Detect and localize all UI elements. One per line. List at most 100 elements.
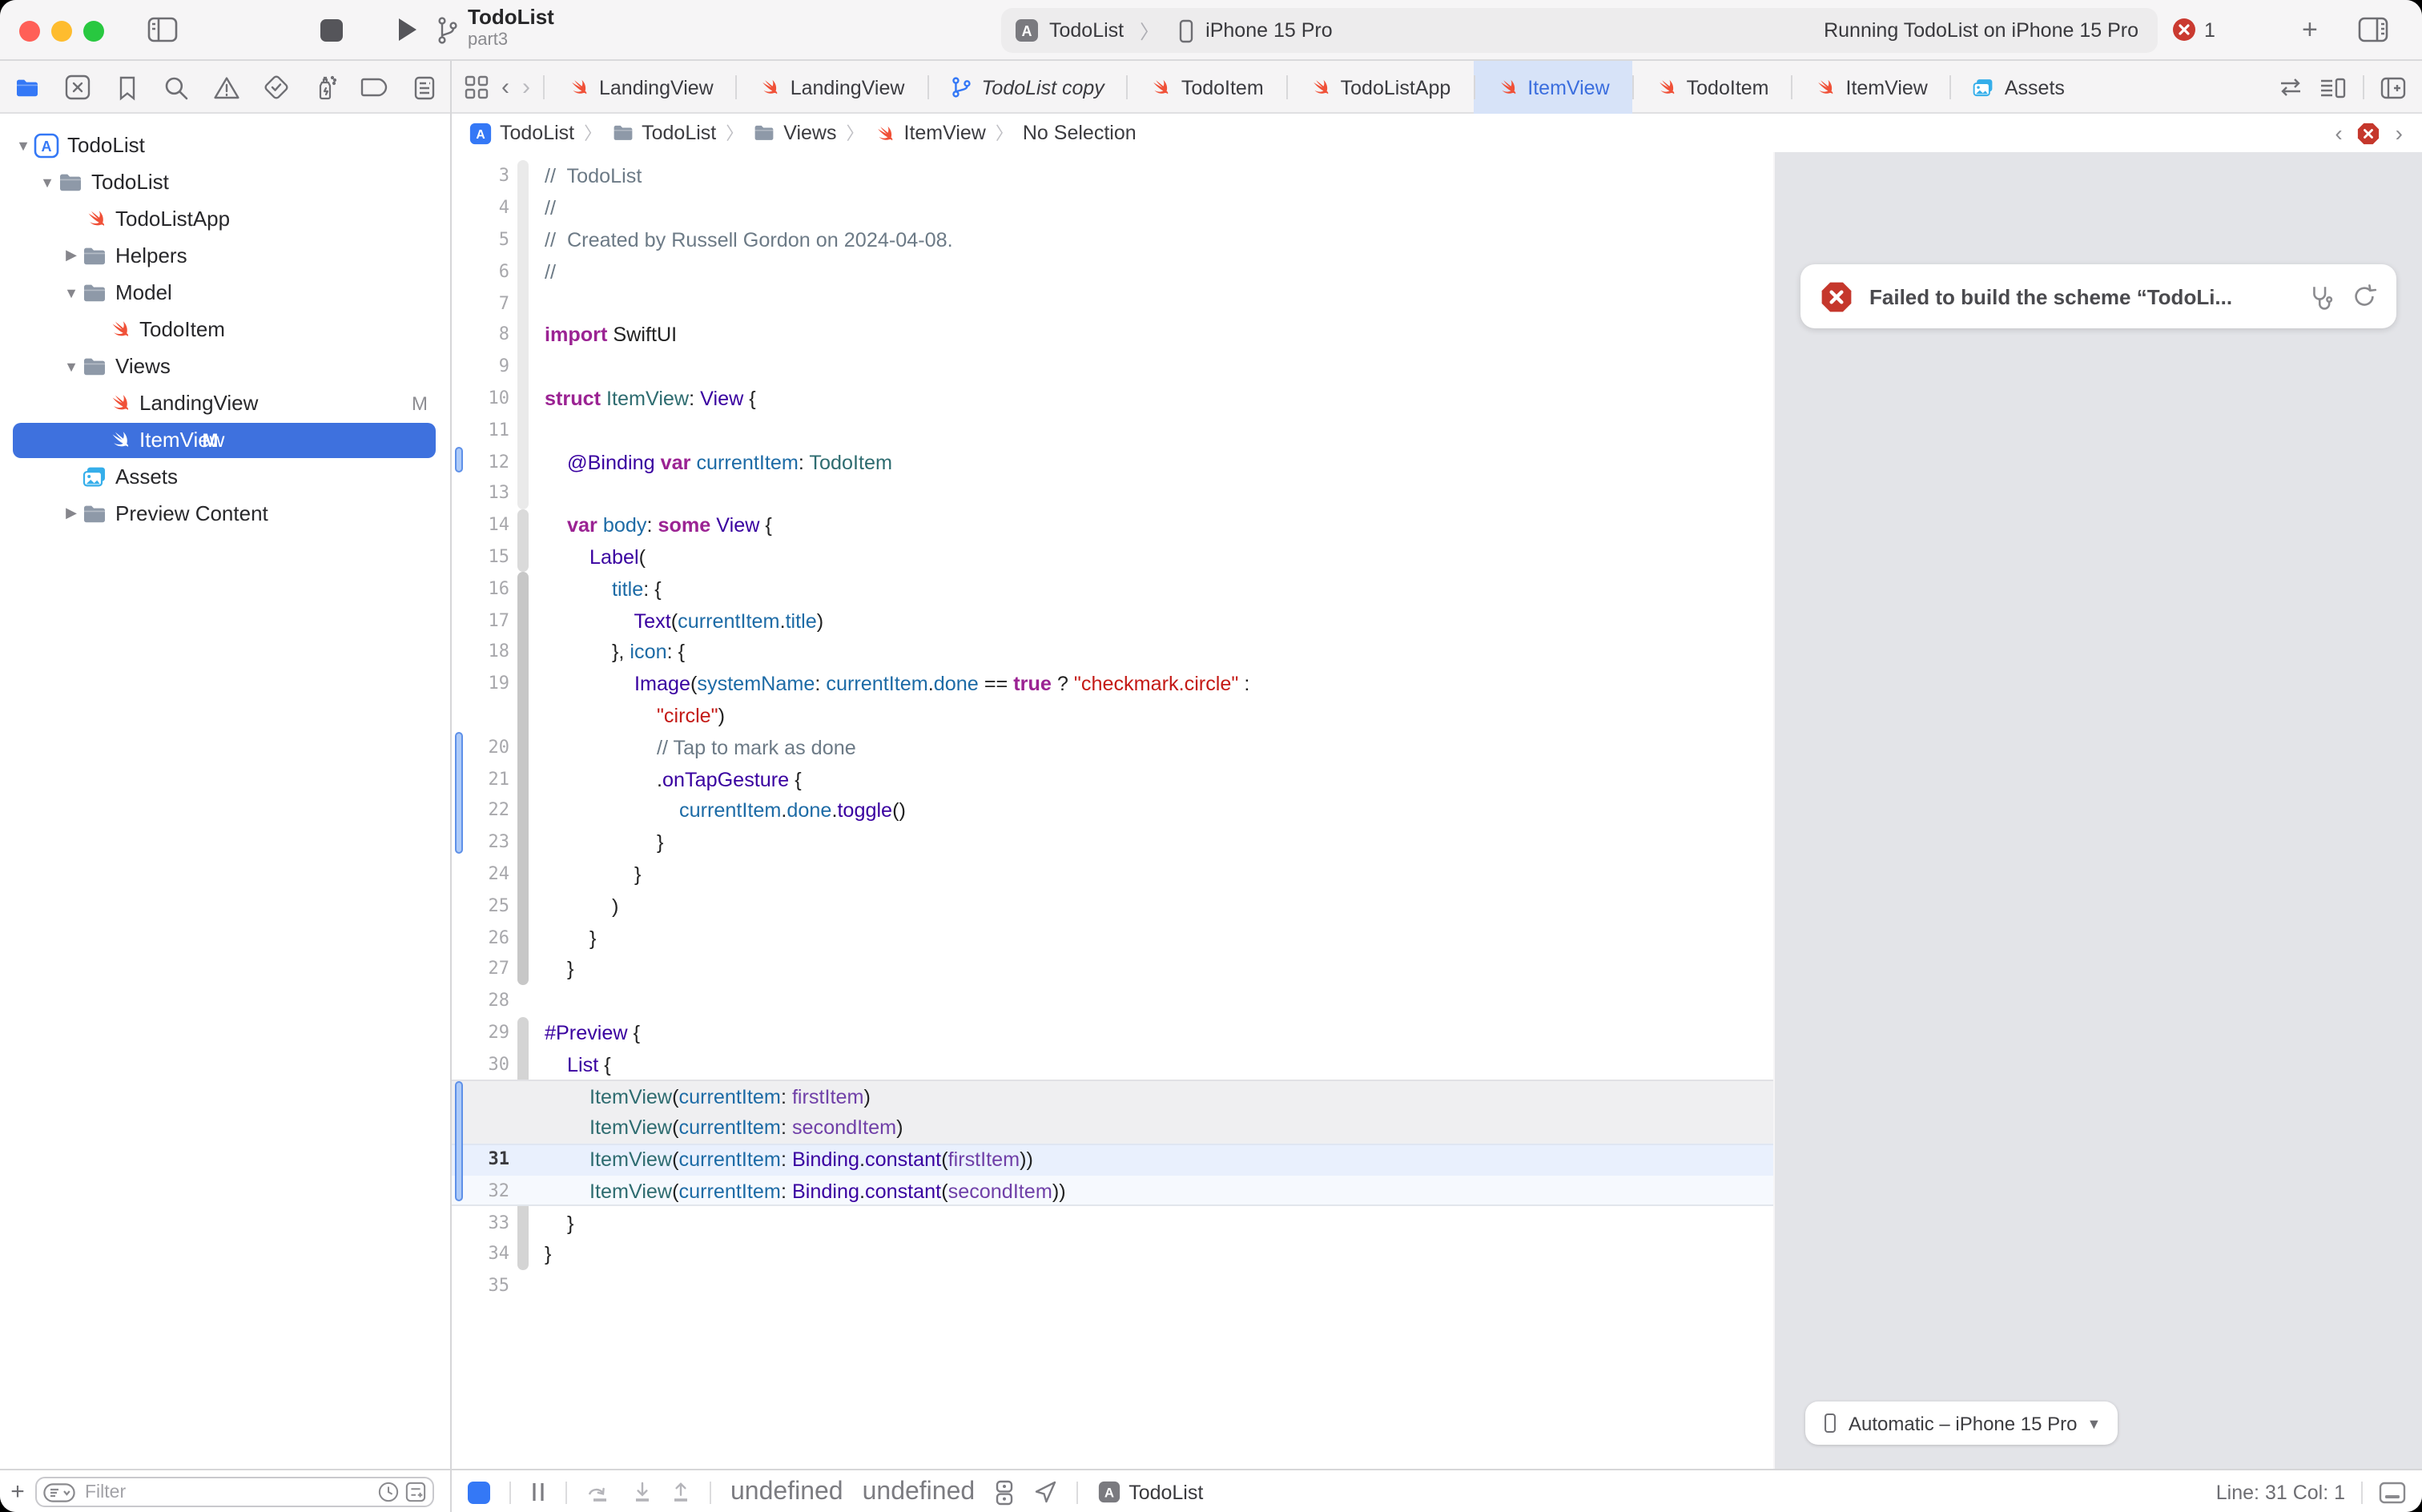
breadcrumb-todolist[interactable]: ATodoList (469, 122, 574, 144)
add-editor-icon[interactable] (2380, 76, 2406, 99)
code-line[interactable]: "circle") (452, 699, 1773, 731)
bookmarks-navigator-icon[interactable] (112, 73, 141, 102)
change-bar[interactable] (455, 1081, 463, 1201)
sidebar-item-todolist[interactable]: ▼ATodoList (0, 127, 450, 163)
code-line-6[interactable]: 6// (452, 255, 1773, 288)
filter-field[interactable] (35, 1477, 434, 1507)
code-line[interactable]: ItemView(currentItem: firstItem) (452, 1080, 1773, 1112)
previous-issue-icon[interactable]: ‹ (2335, 120, 2342, 146)
breakpoints-toggle-button[interactable] (468, 1481, 490, 1503)
project-title-group[interactable]: TodoList part3 (468, 5, 554, 51)
inspector-toggle-icon[interactable] (2358, 16, 2388, 43)
sidebar-item-helpers[interactable]: ▶Helpers (0, 237, 450, 274)
code-line-16[interactable]: 16 title: { (452, 573, 1773, 605)
zoom-window-button[interactable] (83, 20, 104, 41)
stop-button[interactable] (320, 19, 343, 42)
reports-navigator-icon[interactable] (410, 73, 439, 102)
scheme-selector[interactable]: A TodoList 〉 iPhone 15 Pro Running TodoL… (1001, 8, 2158, 53)
scm-status-filter-icon[interactable] (405, 1482, 426, 1502)
recents-clock-icon[interactable] (378, 1482, 399, 1502)
filter-input[interactable] (82, 1481, 372, 1503)
tab-landingview[interactable]: LandingView (545, 61, 736, 114)
sidebar-item-landingview[interactable]: LandingViewM (0, 384, 450, 421)
disclosure-down-icon[interactable]: ▼ (61, 358, 82, 374)
code-line-17[interactable]: 17 Text(currentItem.title) (452, 604, 1773, 636)
code-line-28[interactable]: 28 (452, 984, 1773, 1016)
pause-icon[interactable] (530, 1482, 546, 1502)
code-line-14[interactable]: 14 var body: some View { (452, 509, 1773, 541)
code-line-26[interactable]: 26 } (452, 921, 1773, 953)
disclosure-right-icon[interactable]: ▶ (61, 247, 82, 264)
sidebar-item-assets[interactable]: Assets (0, 458, 450, 495)
disclosure-right-icon[interactable]: ▶ (61, 505, 82, 522)
error-octagon-icon[interactable] (2357, 121, 2381, 145)
keyboard-toggle-icon[interactable] (2379, 1481, 2406, 1503)
tab-todolistapp[interactable]: TodoListApp (1286, 61, 1474, 114)
swap-editors-icon[interactable] (2278, 77, 2303, 98)
simulator-icon[interactable] (994, 1479, 1013, 1505)
code-line-19[interactable]: 19 Image(systemName: currentItem.done ==… (452, 668, 1773, 700)
back-icon[interactable]: ‹ (501, 74, 509, 101)
sidebar-item-todoitem[interactable]: TodoItem (0, 311, 450, 348)
code-line-3[interactable]: 3// TodoList (452, 160, 1773, 192)
code-line-27[interactable]: 27 } (452, 953, 1773, 985)
tab-landingview[interactable]: LandingView (736, 61, 927, 114)
source-editor[interactable]: 3// TodoList4//5// Created by Russell Go… (452, 152, 1773, 1469)
add-tab-icon[interactable]: + (2302, 14, 2318, 46)
code-line-35[interactable]: 35 (452, 1270, 1773, 1302)
code-line-15[interactable]: 15 Label( (452, 541, 1773, 573)
build-error-banner[interactable]: Failed to build the scheme “TodoLi... (1800, 264, 2396, 328)
breadcrumb-views[interactable]: Views (753, 122, 836, 144)
disclosure-down-icon[interactable]: ▼ (13, 137, 34, 153)
memory-graph-icon[interactable]: undefined (863, 1478, 976, 1506)
code-line[interactable]: ItemView(currentItem: secondItem) (452, 1112, 1773, 1144)
sidebar-toggle-icon[interactable] (147, 16, 178, 43)
editor-options-icon[interactable] (2319, 76, 2347, 99)
issues-navigator-icon[interactable] (211, 73, 240, 102)
code-line-22[interactable]: 22 currentItem.done.toggle() (452, 794, 1773, 826)
source-control-navigator-icon[interactable] (62, 73, 91, 102)
add-file-button[interactable]: + (0, 1478, 35, 1506)
debug-navigator-icon[interactable] (311, 73, 340, 102)
breadcrumb-itemview[interactable]: ItemView (874, 122, 986, 144)
sidebar-item-itemview[interactable]: ItemViewM (0, 421, 450, 458)
code-line-7[interactable]: 7 (452, 287, 1773, 319)
sidebar-item-model[interactable]: ▼Model (0, 274, 450, 311)
tab-todoitem[interactable]: TodoItem (1632, 61, 1792, 114)
run-button[interactable] (396, 16, 420, 43)
code-line-5[interactable]: 5// Created by Russell Gordon on 2024-04… (452, 223, 1773, 255)
code-line-23[interactable]: 23 } (452, 826, 1773, 858)
forward-icon[interactable]: › (522, 74, 530, 101)
change-bar[interactable] (455, 733, 463, 853)
sidebar-item-views[interactable]: ▼Views (0, 348, 450, 384)
code-line-4[interactable]: 4// (452, 192, 1773, 224)
scheme-device[interactable]: iPhone 15 Pro (1205, 19, 1332, 42)
breadcrumb-no-selection[interactable]: No Selection (1023, 122, 1137, 144)
sidebar-item-todolistapp[interactable]: TodoListApp (0, 200, 450, 237)
diagnose-icon[interactable] (2308, 283, 2336, 310)
step-into-icon[interactable] (633, 1481, 652, 1503)
tests-navigator-icon[interactable] (261, 73, 290, 102)
debug-session-label[interactable]: ATodoList (1096, 1480, 1203, 1504)
project-navigator-icon[interactable] (13, 73, 42, 102)
breadcrumb-todolist[interactable]: TodoList (611, 122, 716, 144)
view-hierarchy-icon[interactable]: undefined (730, 1478, 843, 1506)
issue-count-badge[interactable]: 1 (2172, 18, 2215, 42)
location-icon[interactable] (1032, 1480, 1056, 1504)
step-over-icon[interactable] (586, 1481, 614, 1503)
filter-menu-icon[interactable] (43, 1482, 75, 1502)
code-line-18[interactable]: 18 }, icon: { (452, 636, 1773, 668)
code-line-25[interactable]: 25 ) (452, 890, 1773, 922)
tab-todoitem[interactable]: TodoItem (1127, 61, 1286, 114)
code-line-12[interactable]: 12 @Binding var currentItem: TodoItem (452, 445, 1773, 477)
breakpoints-navigator-icon[interactable] (360, 73, 389, 102)
code-line-9[interactable]: 9 (452, 351, 1773, 383)
code-line-20[interactable]: 20 // Tap to mark as done (452, 731, 1773, 763)
retry-icon[interactable] (2352, 284, 2377, 309)
scheme-target[interactable]: TodoList (1049, 19, 1124, 42)
next-issue-icon[interactable]: › (2396, 120, 2403, 146)
tab-overview-icon[interactable] (465, 75, 489, 99)
find-navigator-icon[interactable] (162, 73, 191, 102)
minimize-window-button[interactable] (51, 20, 72, 41)
tab-assets[interactable]: Assets (1950, 61, 2087, 114)
